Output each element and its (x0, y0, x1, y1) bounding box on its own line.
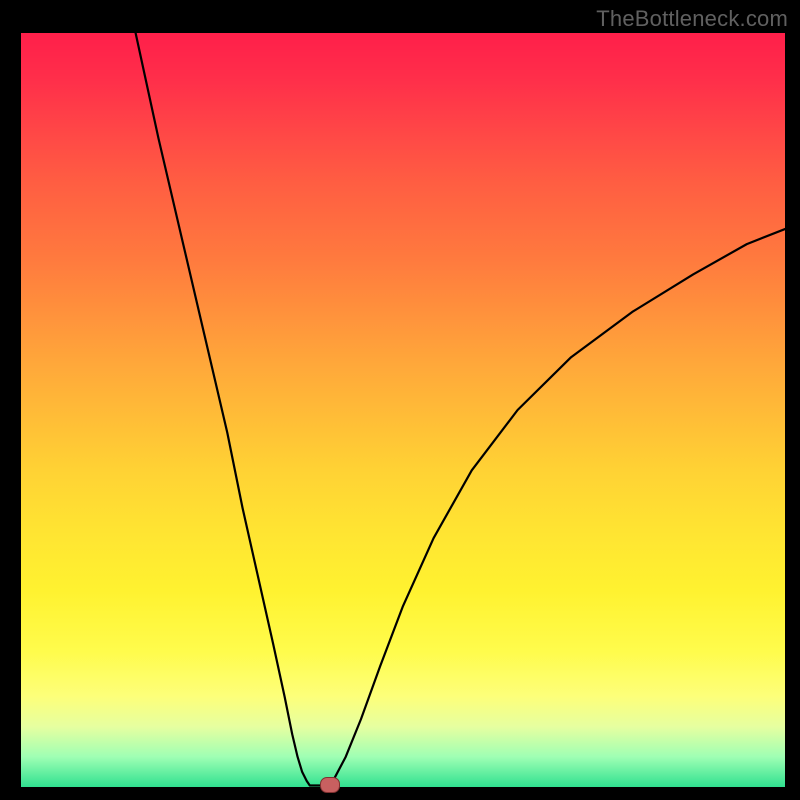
chart-frame: TheBottleneck.com (0, 0, 800, 800)
plot-area (21, 33, 785, 787)
watermark-text: TheBottleneck.com (596, 6, 788, 32)
current-point-marker (320, 777, 340, 793)
bottleneck-curve (21, 33, 785, 787)
plot-area-outer (21, 33, 785, 787)
